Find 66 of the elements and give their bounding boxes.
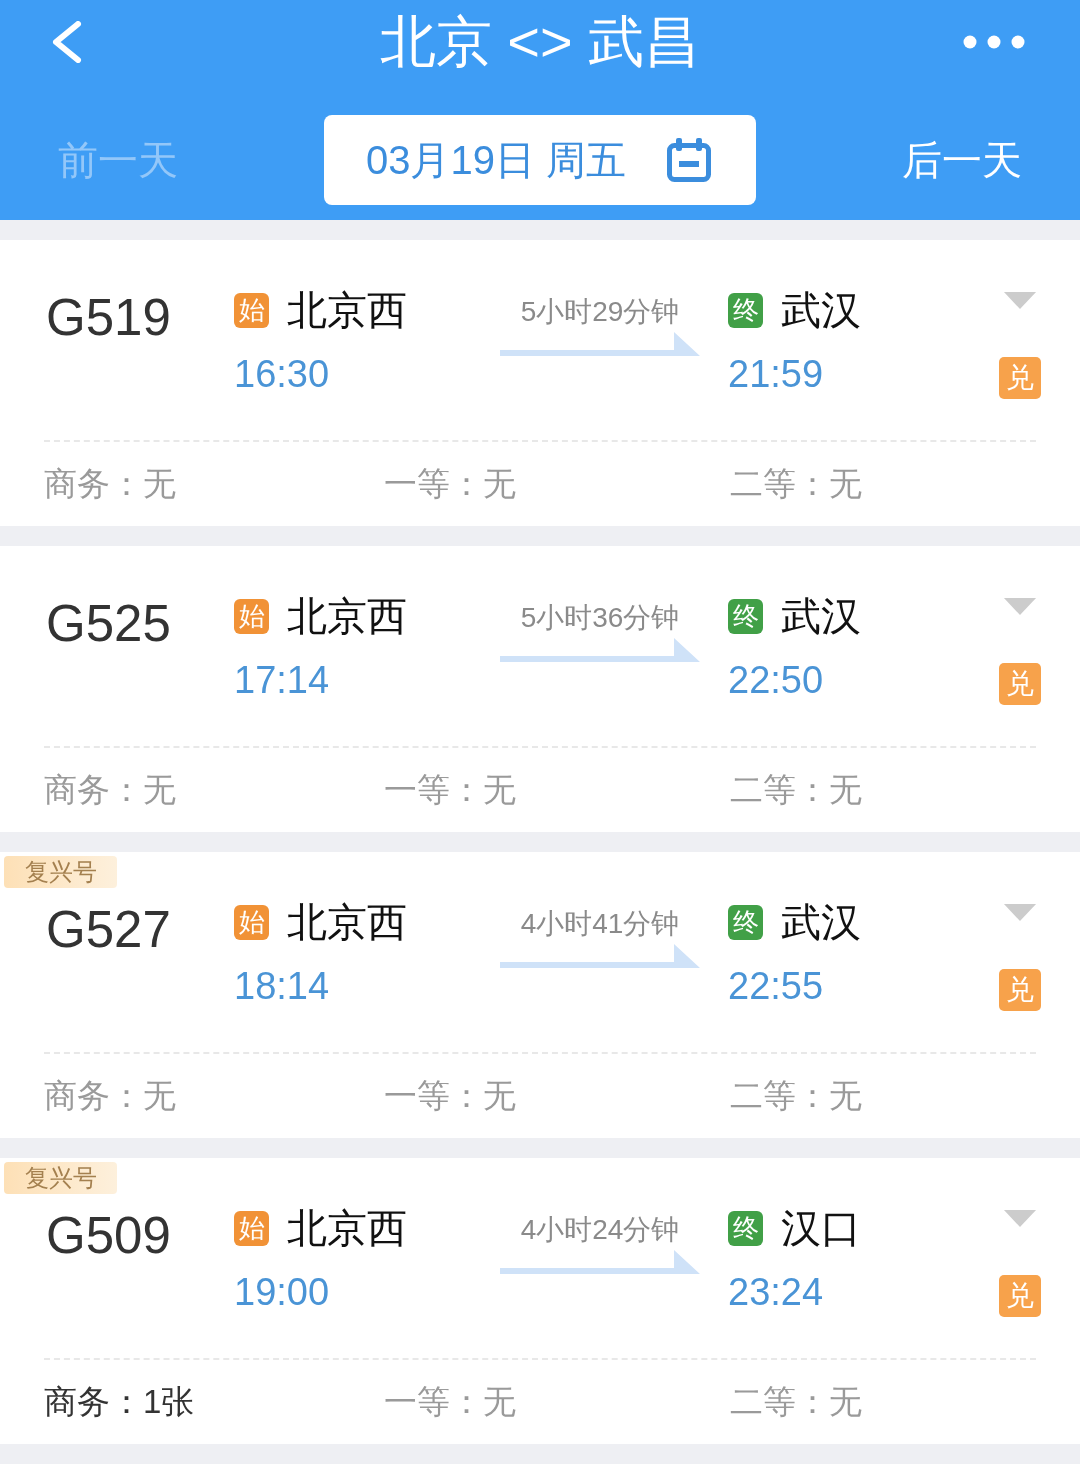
train-number: G525	[46, 596, 172, 652]
caret-icon[interactable]	[1003, 1210, 1037, 1227]
travel-duration: 4小时41分钟	[520, 907, 680, 941]
departure-time: 17:14	[234, 658, 330, 703]
arrival-time: 22:55	[728, 964, 824, 1009]
seat-availability: 二等：无	[730, 1382, 862, 1422]
train-type-badge: 复兴号	[4, 1162, 117, 1194]
arrival-time: 22:50	[728, 658, 824, 703]
start-station-tag: 始	[234, 598, 269, 634]
start-station-tag: 始	[234, 1210, 269, 1246]
station-name: 北京西	[287, 287, 407, 334]
caret-icon[interactable]	[1003, 598, 1037, 615]
station-name: 武汉	[781, 287, 861, 334]
route-title: 北京 <> 武昌	[379, 9, 701, 75]
train-card[interactable]: 复兴号 G509 始 北京西 19:00 4小时24分钟 终 汉口 23:24 兑 商务：1张 一等：无 二等：无	[0, 1158, 1080, 1444]
departure-time: 16:30	[234, 352, 330, 397]
train-number: G527	[46, 902, 172, 958]
start-station-tag: 始	[234, 292, 269, 328]
end-station-tag: 终	[728, 904, 763, 940]
exchange-tag: 兑	[999, 357, 1041, 399]
travel-duration: 4小时24分钟	[520, 1213, 680, 1247]
arrow-icon	[500, 1250, 700, 1274]
seat-availability: 二等：无	[730, 464, 862, 504]
end-station-tag: 终	[728, 1210, 763, 1246]
caret-icon[interactable]	[1003, 904, 1037, 921]
station-name: 北京西	[287, 593, 407, 640]
caret-icon[interactable]	[1003, 292, 1037, 309]
arrow-icon	[500, 944, 700, 968]
seat-availability: 商务：无	[44, 1076, 176, 1116]
more-icon[interactable]	[963, 35, 1025, 49]
station-name: 北京西	[287, 899, 407, 946]
start-station-tag: 始	[234, 904, 269, 940]
arrival-time: 21:59	[728, 352, 824, 397]
seat-availability: 商务：无	[44, 770, 176, 810]
seat-availability: 一等：无	[384, 1382, 516, 1422]
station-name: 武汉	[781, 593, 861, 640]
departure-time: 19:00	[234, 1270, 330, 1315]
departure-time: 18:14	[234, 964, 330, 1009]
seat-availability: 商务：1张	[44, 1382, 195, 1422]
train-number: G519	[46, 290, 172, 346]
train-card[interactable]: 复兴号 G527 始 北京西 18:14 4小时41分钟 终 武汉 22:55 兑 商务：无 一等：无 二等：无	[0, 852, 1080, 1138]
calendar-icon	[666, 137, 713, 183]
train-type-badge: 复兴号	[4, 856, 117, 888]
seat-availability: 商务：无	[44, 464, 176, 504]
end-station-tag: 终	[728, 598, 763, 634]
station-name: 北京西	[287, 1205, 407, 1252]
back-icon[interactable]	[50, 21, 82, 63]
arrival-time: 23:24	[728, 1270, 824, 1315]
travel-duration: 5小时36分钟	[520, 601, 680, 635]
seat-availability: 二等：无	[730, 770, 862, 810]
seat-availability: 一等：无	[384, 464, 516, 504]
train-number: G509	[46, 1208, 172, 1264]
train-card[interactable]: G519 始 北京西 16:30 5小时29分钟 终 武汉 21:59 兑 商务：无 一等：无 二等：无	[0, 240, 1080, 526]
exchange-tag: 兑	[999, 1275, 1041, 1317]
end-station-tag: 终	[728, 292, 763, 328]
arrow-icon	[500, 638, 700, 662]
seat-availability: 一等：无	[384, 770, 516, 810]
travel-duration: 5小时29分钟	[520, 295, 680, 329]
arrow-icon	[500, 332, 700, 356]
seat-availability: 二等：无	[730, 1076, 862, 1116]
exchange-tag: 兑	[999, 663, 1041, 705]
station-name: 汉口	[781, 1205, 861, 1252]
seat-availability: 一等：无	[384, 1076, 516, 1116]
station-name: 武汉	[781, 899, 861, 946]
train-card[interactable]: G525 始 北京西 17:14 5小时36分钟 终 武汉 22:50 兑 商务：无 一等：无 二等：无	[0, 546, 1080, 832]
exchange-tag: 兑	[999, 969, 1041, 1011]
